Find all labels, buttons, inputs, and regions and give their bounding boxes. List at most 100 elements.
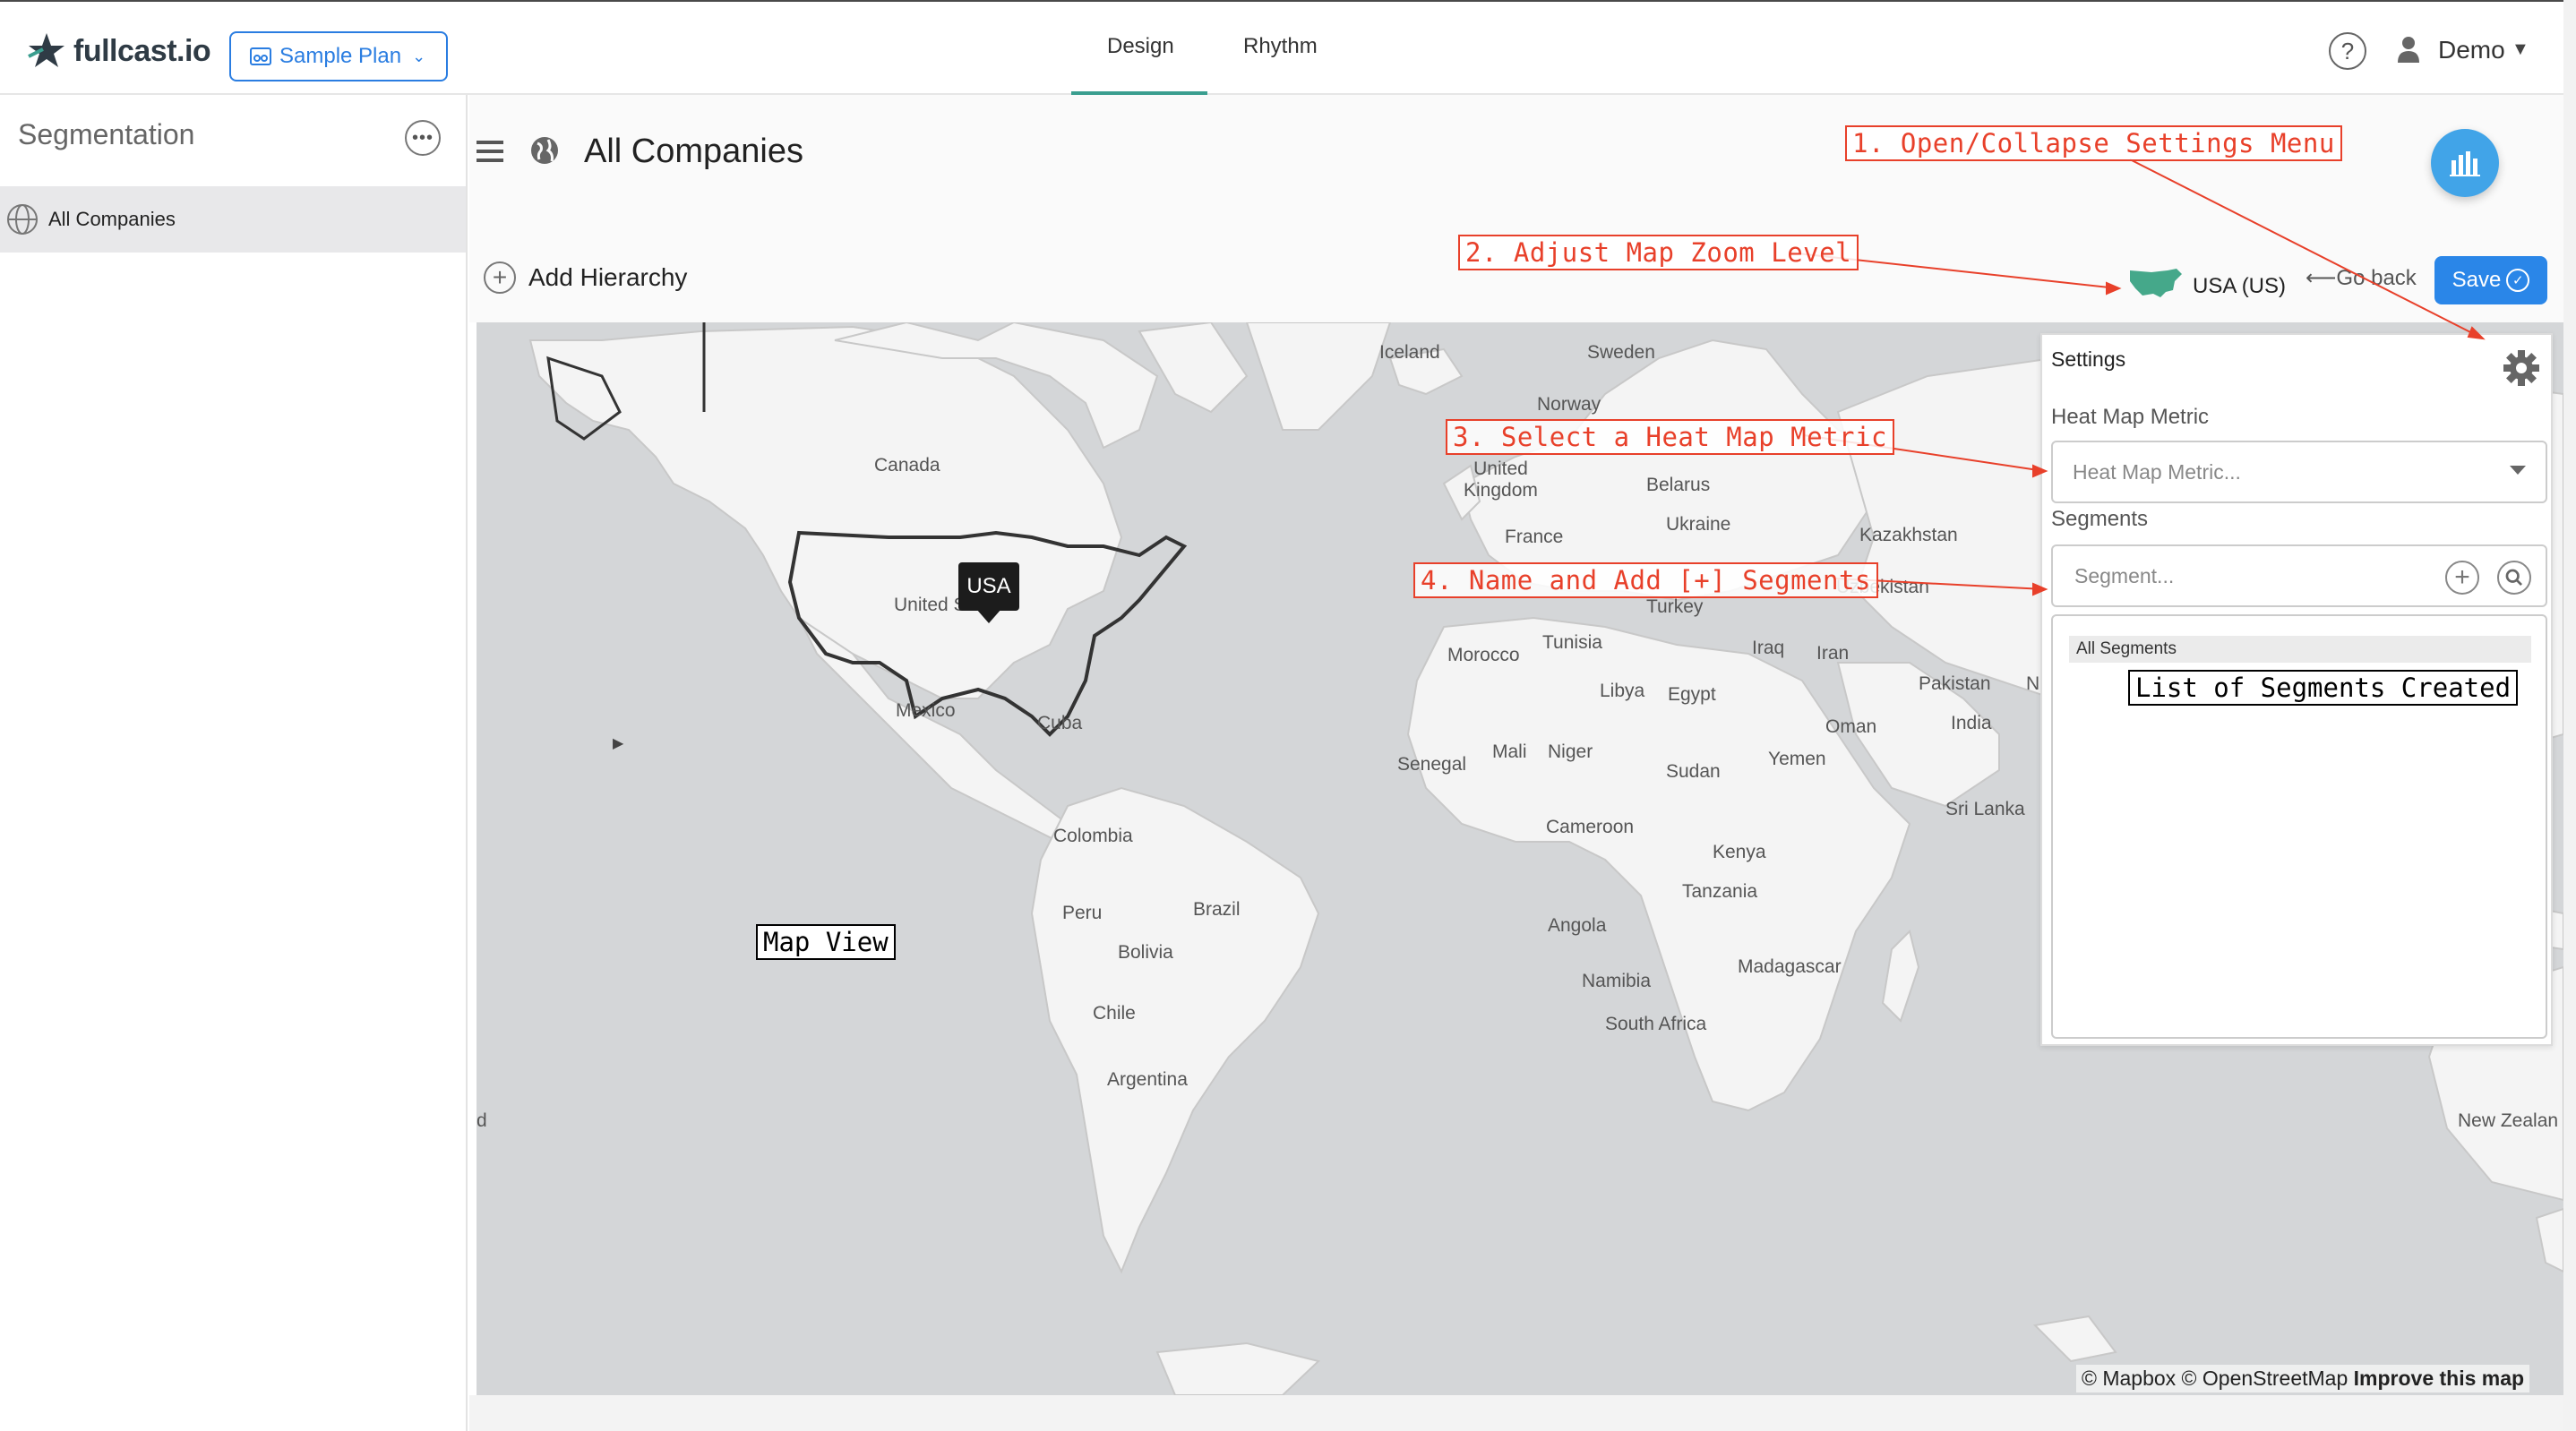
marker-pointer (976, 609, 1001, 623)
map-label-iceland: Iceland (1379, 342, 1440, 363)
heat-map-placeholder: Heat Map Metric... (2073, 459, 2241, 484)
usa-region-marker[interactable]: USA (958, 562, 1019, 611)
zoom-region-label: USA (US) (2193, 274, 2287, 298)
map-label-iran: Iran (1816, 643, 1850, 664)
map-label-namibia: Namibia (1582, 971, 1652, 991)
map-label-angola: Angola (1548, 915, 1607, 936)
map-label-uk: United Kingdom (1464, 458, 1538, 501)
map-label-tunisia: Tunisia (1542, 632, 1602, 653)
page-title: All Companies (584, 133, 803, 170)
map-label-peru: Peru (1062, 903, 1103, 923)
more-options-icon[interactable]: ••• (405, 120, 441, 156)
map-label-niger: Niger (1548, 741, 1593, 762)
map-point-icon: ▶ (613, 736, 624, 751)
map-label-united-states: United S (894, 595, 966, 615)
map-label-cameroon: Cameroon (1546, 817, 1635, 837)
caret-down-icon[interactable]: ▼ (2512, 39, 2529, 60)
tab-rhythm[interactable]: Rhythm (1243, 34, 1318, 59)
map-label-libya: Libya (1600, 681, 1645, 701)
map-label-mexico: Mexico (896, 700, 956, 721)
heat-map-metric-select[interactable]: Heat Map Metric... (2051, 441, 2547, 503)
caret-down-icon (2510, 466, 2526, 475)
annotation-heat-map: 3. Select a Heat Map Metric (1446, 419, 1894, 455)
add-segment-icon[interactable]: + (2445, 561, 2479, 595)
sidebar-item-label: All Companies (48, 208, 176, 230)
map-label-argentina: Argentina (1107, 1069, 1188, 1090)
map-label-sudan: Sudan (1666, 761, 1721, 782)
improve-map-link[interactable]: Improve this map (2354, 1367, 2524, 1390)
map-label-edge: d (477, 1110, 487, 1131)
map-label-egypt: Egypt (1668, 684, 1716, 705)
top-bar: fullcast.io Sample Plan ⌄ Design Rhythm … (0, 0, 2576, 96)
map-label-colombia: Colombia (1053, 826, 1133, 846)
map-label-brazil: Brazil (1193, 899, 1241, 920)
map-label-pakistan: Pakistan (1919, 673, 1991, 694)
map-label-sweden: Sweden (1587, 342, 1655, 363)
add-hierarchy-label: Add Hierarchy (528, 263, 688, 291)
globe-icon (7, 204, 38, 235)
search-icon[interactable] (2497, 561, 2531, 595)
help-icon[interactable]: ? (2329, 32, 2366, 70)
map-label-india: India (1951, 713, 1992, 733)
sidebar-title: Segmentation (18, 118, 195, 150)
plan-selector[interactable]: Sample Plan ⌄ (229, 31, 448, 81)
map-label-kenya: Kenya (1713, 842, 1766, 862)
map-label-south-africa: South Africa (1605, 1014, 1707, 1034)
map-label-tanzania: Tanzania (1682, 881, 1758, 902)
go-back-link[interactable]: ⟵Go back (2306, 265, 2417, 291)
map-label-morocco: Morocco (1447, 645, 1520, 665)
analytics-fab-button[interactable] (2431, 129, 2499, 197)
user-icon[interactable] (2397, 36, 2420, 63)
star-logo-icon (28, 33, 64, 67)
annotation-segment-list: List of Segments Created (2128, 670, 2519, 706)
sidebar-item-all-companies[interactable]: All Companies (0, 186, 466, 253)
map-label-cuba: Cuba (1037, 713, 1083, 733)
globe-icon (531, 137, 558, 164)
plus-circle-icon: + (484, 261, 516, 294)
bar-chart-icon (2450, 151, 2480, 176)
map-attribution: © Mapbox © OpenStreetMap Improve this ma… (2076, 1365, 2530, 1392)
check-circle-icon: ✓ (2506, 269, 2530, 292)
user-menu-name[interactable]: Demo (2438, 36, 2505, 64)
map-label-belarus: Belarus (1646, 475, 1711, 495)
footer-strip (469, 1395, 2563, 1431)
save-button[interactable]: Save ✓ (2434, 256, 2547, 304)
annotation-settings-menu: 1. Open/Collapse Settings Menu (1845, 125, 2342, 161)
tab-design[interactable]: Design (1107, 34, 1174, 59)
annotation-segments: 4. Name and Add [+] Segments (1413, 562, 1878, 598)
map-label-sri-lanka: Sri Lanka (1945, 799, 2025, 819)
hamburger-menu-icon[interactable] (477, 140, 503, 163)
map-label-norway: Norway (1537, 394, 1601, 415)
map-label-ukraine: Ukraine (1666, 514, 1731, 535)
list-item-all-segments[interactable]: All Segments (2069, 636, 2531, 663)
add-hierarchy-button[interactable]: + Add Hierarchy (484, 261, 687, 294)
save-label: Save (2451, 268, 2502, 292)
fullcast-logo[interactable]: fullcast.io (25, 29, 211, 73)
map-label-chile: Chile (1093, 1003, 1136, 1024)
window-edge (2563, 0, 2576, 1431)
segments-label: Segments (2051, 507, 2149, 531)
map-label-kazakhstan: Kazakhstan (1859, 525, 1958, 545)
map-label-madagascar: Madagascar (1738, 956, 1842, 977)
annotation-zoom-level: 2. Adjust Map Zoom Level (1458, 235, 1859, 270)
map-label-canada: Canada (874, 455, 940, 476)
map-label-oman: Oman (1825, 716, 1877, 737)
map-label-france: France (1505, 527, 1564, 547)
map-label-mali: Mali (1492, 741, 1527, 762)
map-label-turkey: Turkey (1646, 596, 1704, 617)
logo-text: fullcast.io (73, 33, 211, 68)
segmentation-sidebar: Segmentation ••• All Companies (0, 95, 468, 1431)
heat-map-metric-label: Heat Map Metric (2051, 405, 2210, 429)
map-label-senegal: Senegal (1397, 754, 1467, 775)
plan-selector-label: Sample Plan (279, 44, 402, 68)
usa-zoom-icon[interactable] (2128, 265, 2184, 301)
settings-title: Settings (2051, 347, 2126, 371)
map-label-iraq: Iraq (1752, 638, 1785, 658)
segment-placeholder: Segment... (2074, 563, 2175, 587)
annotation-map-view: Map View (756, 924, 896, 960)
gear-icon[interactable] (2503, 349, 2540, 387)
attribution-text[interactable]: © Mapbox © OpenStreetMap (2082, 1367, 2348, 1390)
map-label-new-zealand: New Zealan (2458, 1110, 2559, 1131)
plan-icon (250, 47, 271, 65)
chevron-down-icon: ⌄ (412, 47, 426, 65)
